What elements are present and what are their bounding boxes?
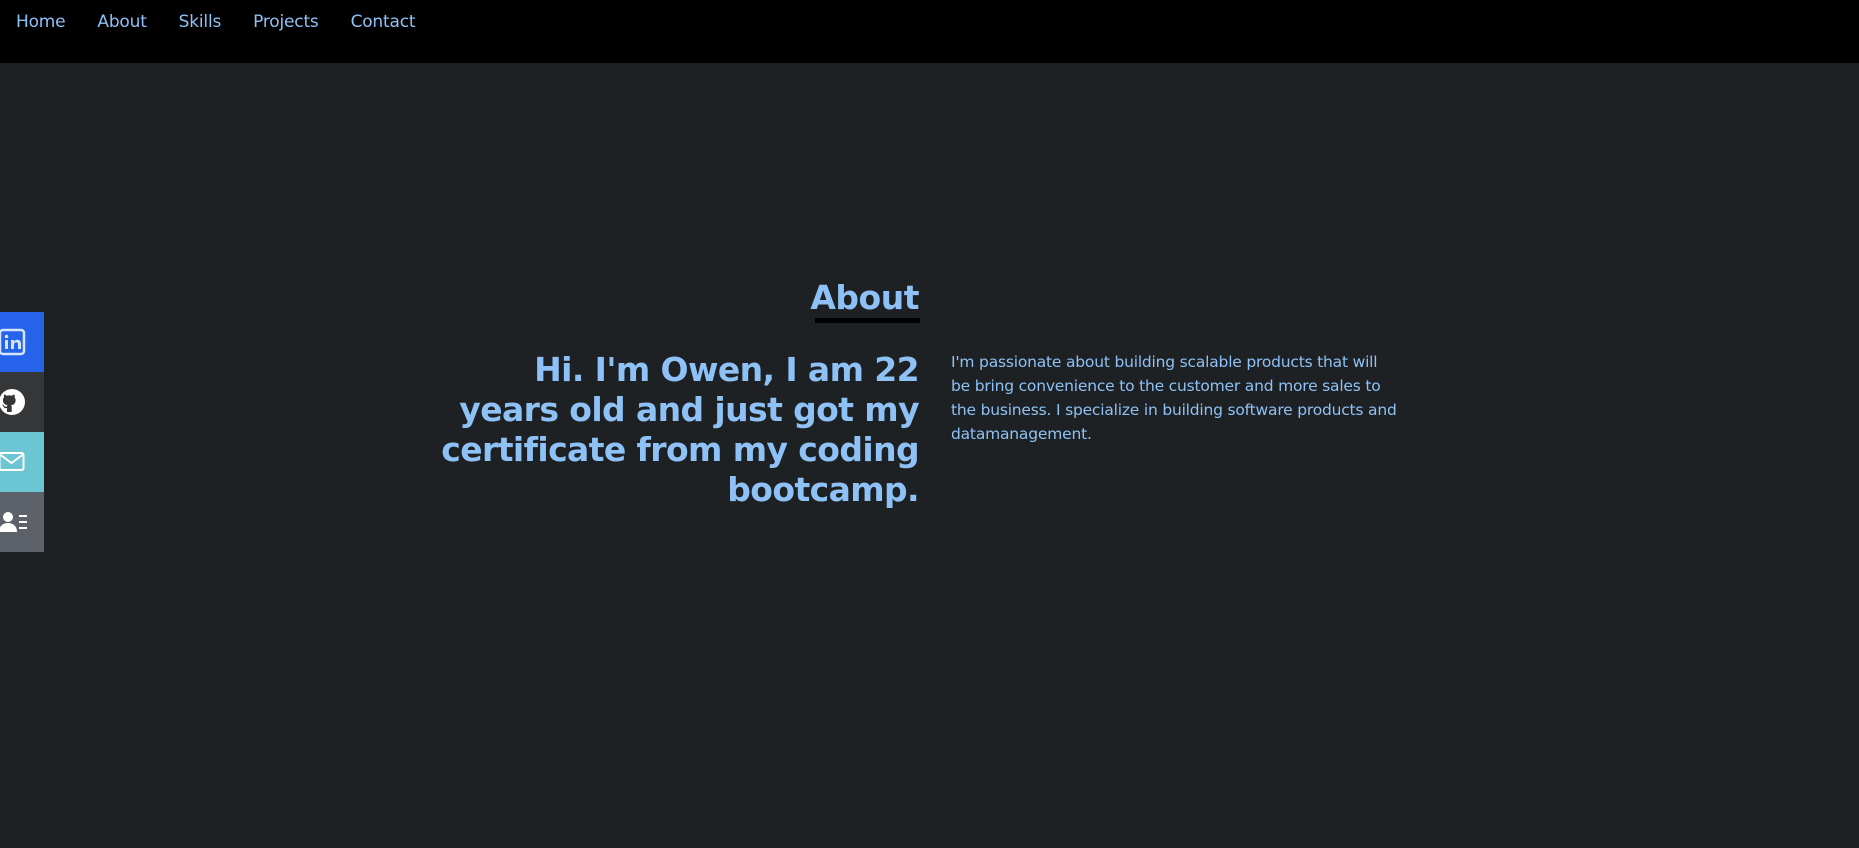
title-underline	[815, 318, 920, 323]
about-headline: Hi. I'm Owen, I am 22 years old and just…	[441, 350, 919, 509]
about-section: About Hi. I'm Owen, I am 22 years old an…	[0, 0, 1859, 848]
about-title: About	[810, 278, 919, 317]
about-bio: I'm passionate about building scalable p…	[951, 353, 1397, 443]
